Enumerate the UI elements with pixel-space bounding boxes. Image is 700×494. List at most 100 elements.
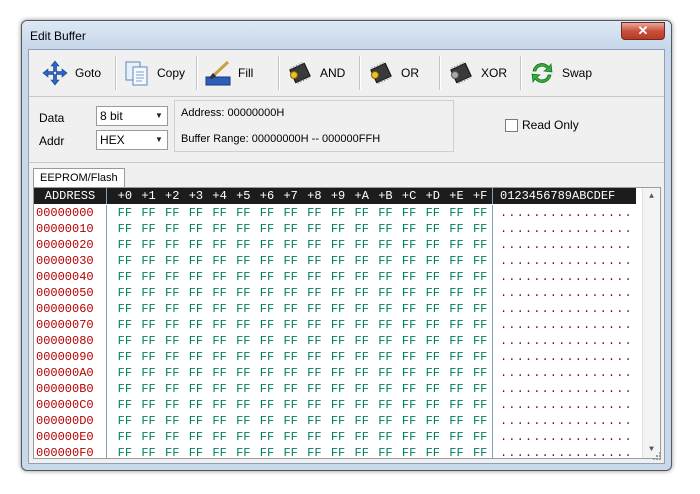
byte-cell[interactable]: FF [160,381,184,397]
byte-cell[interactable]: FF [445,445,469,458]
swap-button[interactable]: Swap [528,56,592,90]
byte-cell[interactable]: FF [374,349,398,365]
byte-cell[interactable]: FF [160,365,184,381]
byte-cell[interactable]: FF [113,269,137,285]
byte-cell[interactable]: FF [137,333,161,349]
byte-cell[interactable]: FF [350,397,374,413]
byte-cell[interactable]: FF [255,381,279,397]
byte-cell[interactable]: FF [279,237,303,253]
byte-cell[interactable]: FF [326,413,350,429]
byte-cell[interactable]: FF [137,269,161,285]
byte-cell[interactable]: FF [326,429,350,445]
byte-cell[interactable]: FF [468,237,492,253]
byte-cell[interactable]: FF [445,269,469,285]
byte-cell[interactable]: FF [421,365,445,381]
byte-cell[interactable]: FF [255,445,279,458]
byte-cell[interactable]: FF [350,237,374,253]
byte-cell[interactable]: FF [397,205,421,221]
byte-cell[interactable]: FF [255,429,279,445]
byte-cell[interactable]: FF [445,365,469,381]
byte-cell[interactable]: FF [137,237,161,253]
byte-cell[interactable]: FF [231,253,255,269]
byte-cell[interactable]: FF [160,269,184,285]
byte-cell[interactable]: FF [350,413,374,429]
and-button[interactable]: AND [286,56,345,90]
byte-cell[interactable]: FF [137,445,161,458]
byte-cell[interactable]: FF [350,269,374,285]
byte-cell[interactable]: FF [445,413,469,429]
byte-cell[interactable]: FF [137,221,161,237]
byte-cell[interactable]: FF [421,269,445,285]
byte-cell[interactable]: FF [468,253,492,269]
byte-cell[interactable]: FF [421,397,445,413]
byte-cell[interactable]: FF [137,285,161,301]
byte-cell[interactable]: FF [326,349,350,365]
byte-cell[interactable]: FF [255,269,279,285]
row-ascii[interactable]: ................ [493,269,636,285]
byte-cell[interactable]: FF [326,237,350,253]
row-ascii[interactable]: ................ [493,333,636,349]
byte-cell[interactable]: FF [397,221,421,237]
byte-cell[interactable]: FF [113,205,137,221]
byte-cell[interactable]: FF [397,445,421,458]
byte-cell[interactable]: FF [374,205,398,221]
byte-cell[interactable]: FF [208,365,232,381]
byte-cell[interactable]: FF [303,445,327,458]
byte-cell[interactable]: FF [397,429,421,445]
byte-cell[interactable]: FF [160,237,184,253]
byte-cell[interactable]: FF [184,365,208,381]
byte-cell[interactable]: FF [350,205,374,221]
byte-cell[interactable]: FF [374,445,398,458]
byte-cell[interactable]: FF [231,301,255,317]
byte-cell[interactable]: FF [255,333,279,349]
byte-cell[interactable]: FF [397,285,421,301]
byte-cell[interactable]: FF [303,429,327,445]
byte-cell[interactable]: FF [468,429,492,445]
byte-cell[interactable]: FF [326,381,350,397]
byte-cell[interactable]: FF [326,333,350,349]
byte-cell[interactable]: FF [326,269,350,285]
byte-cell[interactable]: FF [208,317,232,333]
vertical-scrollbar[interactable]: ▲ ▼ [642,188,660,458]
byte-cell[interactable]: FF [421,253,445,269]
byte-cell[interactable]: FF [397,365,421,381]
byte-cell[interactable]: FF [208,333,232,349]
byte-cell[interactable]: FF [231,429,255,445]
byte-cell[interactable]: FF [279,381,303,397]
byte-cell[interactable]: FF [184,333,208,349]
byte-cell[interactable]: FF [303,349,327,365]
byte-cell[interactable]: FF [113,301,137,317]
byte-cell[interactable]: FF [160,349,184,365]
row-ascii[interactable]: ................ [493,349,636,365]
byte-cell[interactable]: FF [231,205,255,221]
byte-cell[interactable]: FF [160,397,184,413]
byte-cell[interactable]: FF [468,333,492,349]
byte-cell[interactable]: FF [421,333,445,349]
byte-cell[interactable]: FF [397,269,421,285]
tab-eeprom-flash[interactable]: EEPROM/Flash [33,168,125,188]
byte-cell[interactable]: FF [137,397,161,413]
byte-cell[interactable]: FF [279,413,303,429]
byte-cell[interactable]: FF [326,317,350,333]
resize-grip-icon[interactable] [652,451,662,461]
byte-cell[interactable]: FF [279,285,303,301]
byte-cell[interactable]: FF [326,301,350,317]
byte-cell[interactable]: FF [113,317,137,333]
byte-cell[interactable]: FF [468,301,492,317]
byte-cell[interactable]: FF [445,317,469,333]
byte-cell[interactable]: FF [397,301,421,317]
byte-cell[interactable]: FF [279,365,303,381]
data-width-select[interactable]: 8 bit ▼ [96,106,168,126]
hex-grid[interactable]: ADDRESS +0 +1 +2 +3 +4 +5 +6 +7 +8 +9 +A +B +C +D +E +F… [33,187,661,459]
byte-cell[interactable]: FF [303,333,327,349]
byte-cell[interactable]: FF [421,237,445,253]
byte-cell[interactable]: FF [445,205,469,221]
row-ascii[interactable]: ................ [493,205,636,221]
byte-cell[interactable]: FF [184,317,208,333]
byte-cell[interactable]: FF [208,269,232,285]
byte-cell[interactable]: FF [160,253,184,269]
fill-button[interactable]: Fill [204,56,253,90]
byte-cell[interactable]: FF [326,397,350,413]
byte-cell[interactable]: FF [350,445,374,458]
byte-cell[interactable]: FF [421,429,445,445]
